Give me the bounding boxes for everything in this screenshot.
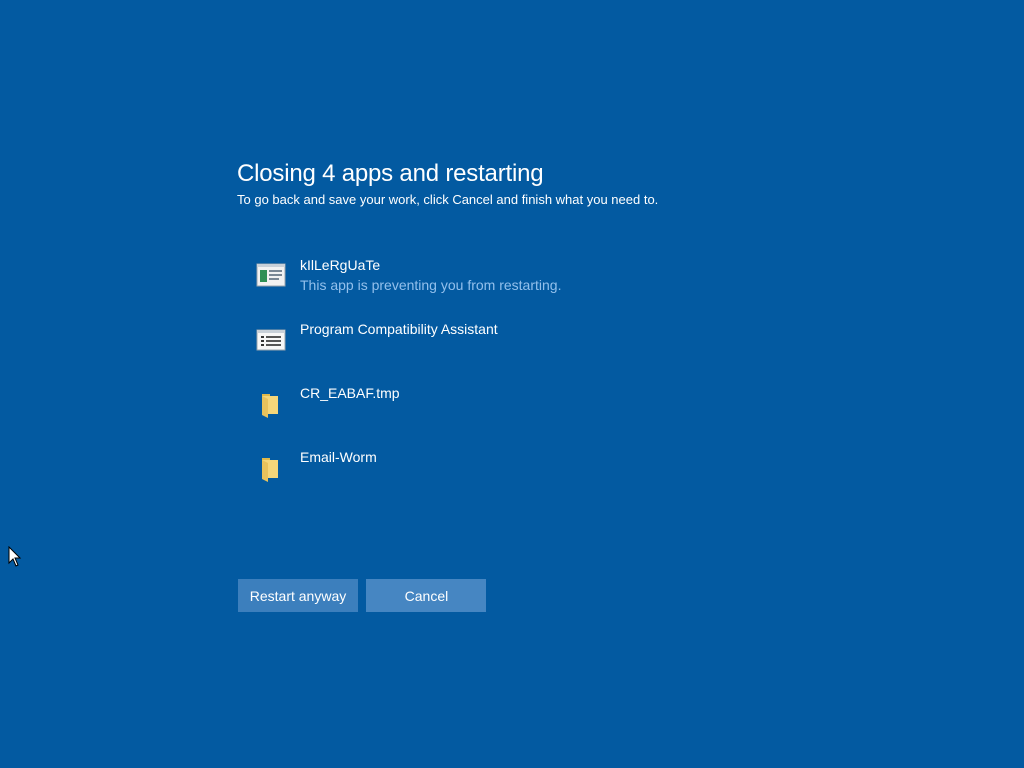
action-buttons: Restart anyway Cancel (238, 579, 490, 612)
window-app-icon (256, 260, 286, 290)
app-name: Program Compatibility Assistant (300, 321, 498, 337)
cancel-button[interactable]: Cancel (366, 579, 487, 612)
mouse-cursor-icon (8, 545, 22, 568)
list-item: Email-Worm (256, 448, 756, 512)
app-name: Email-Worm (300, 449, 377, 465)
app-name: CR_EABAF.tmp (300, 385, 400, 401)
folder-icon (256, 452, 286, 482)
page-subtitle: To go back and save your work, click Can… (237, 192, 659, 207)
list-item: Program Compatibility Assistant (256, 320, 756, 384)
list-app-icon (256, 324, 286, 354)
app-name: kIlLeRgUaTe (300, 257, 381, 273)
page-title: Closing 4 apps and restarting (237, 160, 544, 187)
blocking-app-list: kIlLeRgUaTe This app is preventing you f… (256, 256, 756, 512)
list-item: CR_EABAF.tmp (256, 384, 756, 448)
folder-icon (256, 388, 286, 418)
list-item: kIlLeRgUaTe This app is preventing you f… (256, 256, 756, 320)
restart-anyway-button[interactable]: Restart anyway (238, 579, 358, 612)
shutdown-header: Closing 4 apps and restarting To go back… (237, 160, 837, 208)
app-blocking-status: This app is preventing you from restarti… (300, 277, 562, 293)
